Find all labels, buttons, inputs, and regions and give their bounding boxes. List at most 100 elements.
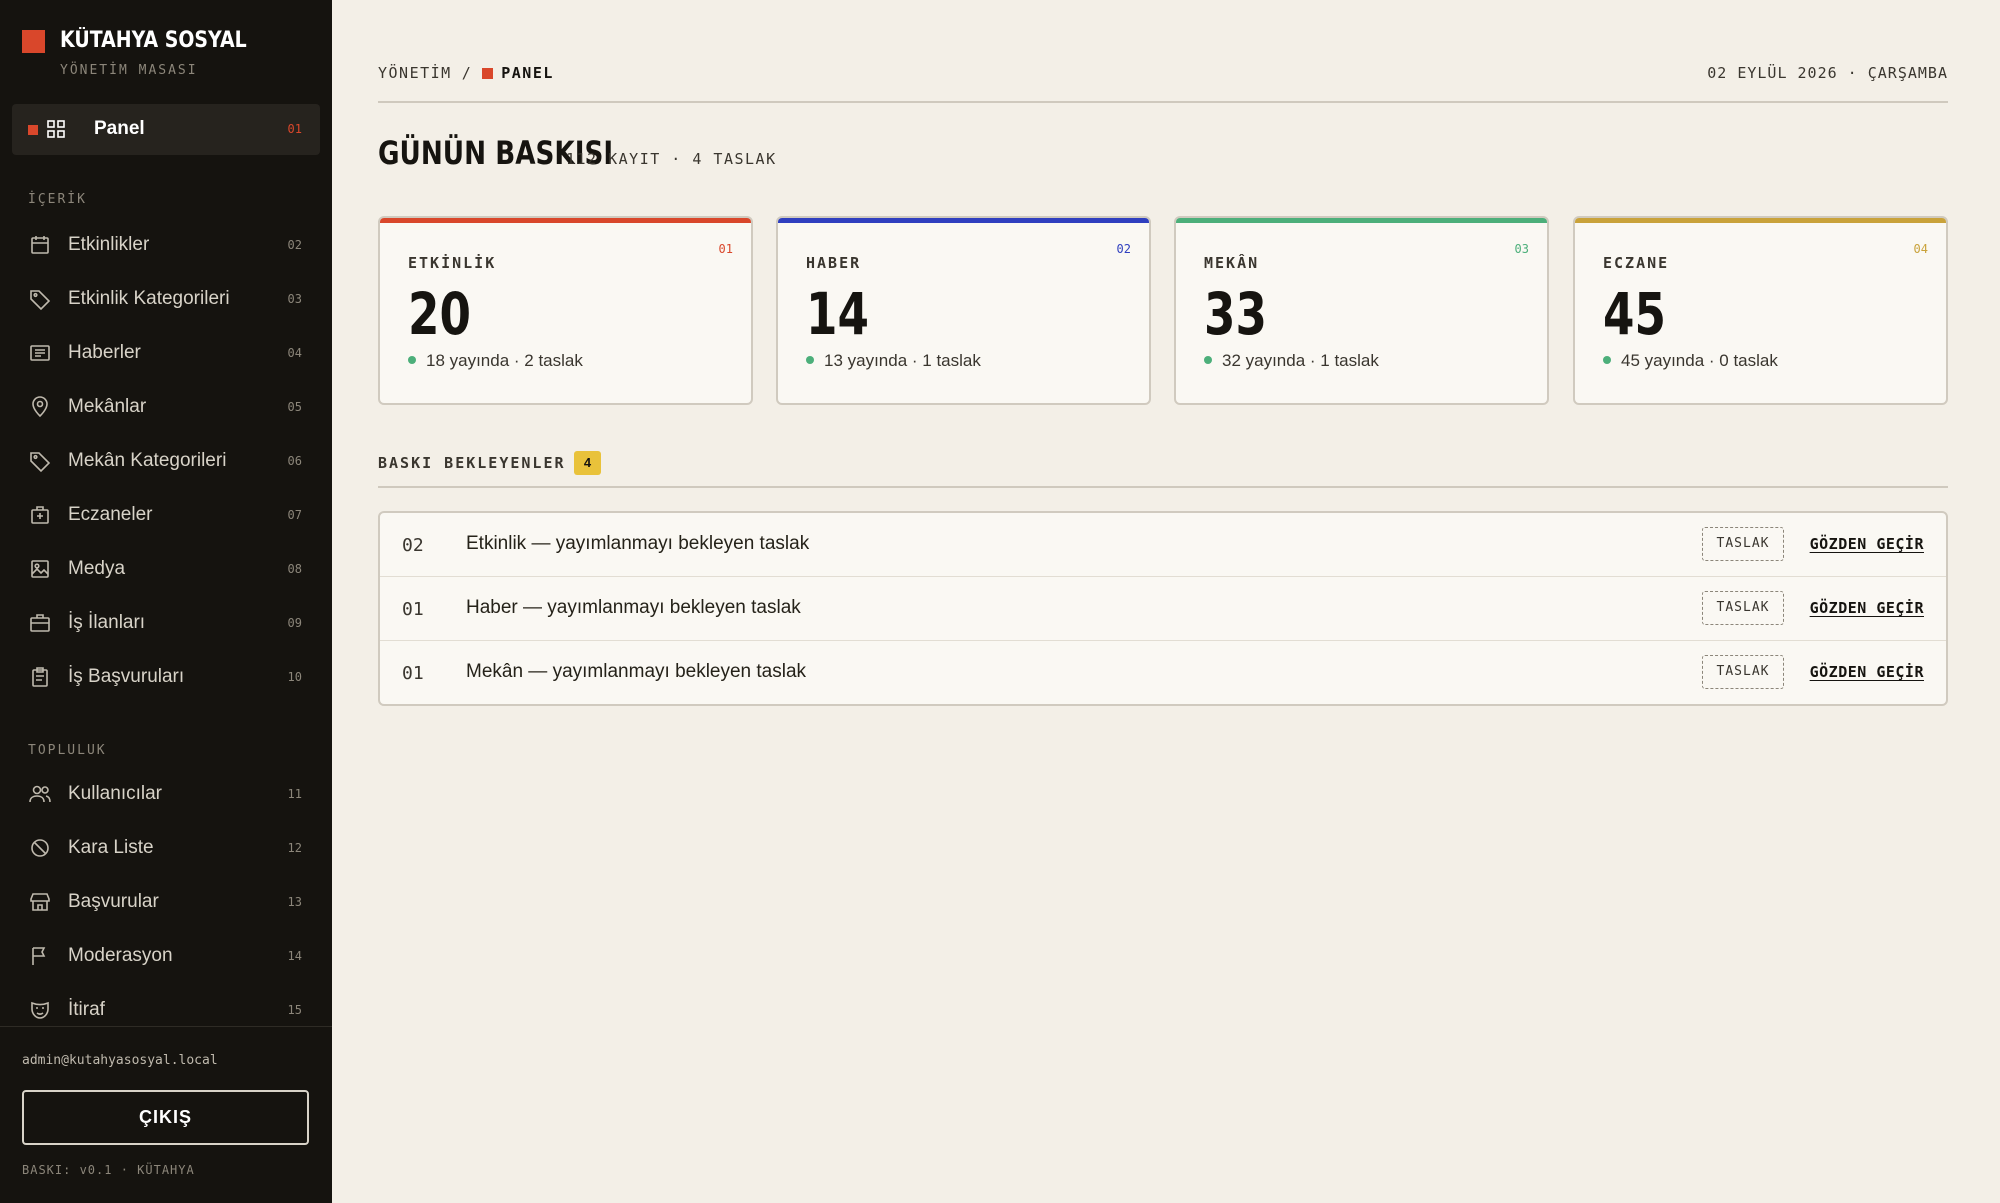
version-label: BASKI: v0.1 · KÜTAHYA	[22, 1163, 195, 1177]
sidebar-item-panel[interactable]: Panel 01	[12, 104, 320, 155]
sidebar-item-number: 14	[287, 949, 302, 963]
pending-divider	[378, 486, 1948, 488]
status-dot	[806, 356, 814, 364]
sidebar-item-label: Etkinlikler	[68, 234, 150, 255]
breadcrumb-separator: /	[461, 64, 473, 82]
briefcase-icon	[28, 611, 52, 635]
sidebar-item-number: 07	[287, 508, 302, 522]
sidebar-item-media[interactable]: Medya 08	[0, 549, 332, 589]
card-value: 20	[408, 280, 471, 348]
sidebar-item-label: Kara Liste	[68, 837, 154, 858]
card-accent-bar	[380, 218, 751, 223]
row-count: 01	[402, 663, 424, 684]
review-link[interactable]: GÖZDEN GEÇİR	[1810, 599, 1924, 617]
header-divider	[378, 101, 1948, 103]
breadcrumb-root[interactable]: YÖNETİM	[378, 64, 452, 82]
sidebar-item-users[interactable]: Kullanıcılar 11	[0, 774, 332, 814]
sidebar-footer: admin@kutahyasosyal.local ÇIKIŞ BASKI: v…	[0, 1026, 332, 1203]
sidebar-item-news[interactable]: Haberler 04	[0, 333, 332, 373]
status-badge: TASLAK	[1702, 591, 1784, 625]
grid-icon	[44, 117, 68, 141]
sidebar-item-number: 04	[287, 346, 302, 360]
review-link[interactable]: GÖZDEN GEÇİR	[1810, 663, 1924, 681]
stat-card-events[interactable]: 01 ETKİNLİK 20 18 yayında · 2 taslak	[378, 216, 753, 405]
newspaper-icon	[28, 341, 52, 365]
stat-card-venues[interactable]: 03 MEKÂN 33 32 yayında · 1 taslak	[1174, 216, 1549, 405]
sidebar-item-number: 02	[287, 238, 302, 252]
pending-list: 02 Etkinlik — yayımlanmayı bekleyen tasl…	[378, 511, 1948, 706]
row-text: Haber — yayımlanmayı bekleyen taslak	[466, 597, 801, 618]
card-number: 01	[718, 242, 733, 256]
card-accent-bar	[778, 218, 1149, 223]
brand-logo-icon	[22, 30, 45, 53]
sidebar-item-job-applications[interactable]: İş Başvuruları 10	[0, 657, 332, 697]
card-value: 33	[1204, 280, 1267, 348]
list-item: 01 Mekân — yayımlanmayı bekleyen taslak …	[380, 641, 1946, 704]
sidebar-item-label: Panel	[94, 118, 145, 139]
status-badge: TASLAK	[1702, 527, 1784, 561]
sidebar-item-label: Etkinlik Kategorileri	[68, 288, 230, 309]
sidebar-item-confessions[interactable]: İtiraf 15	[0, 990, 332, 1030]
card-number: 03	[1514, 242, 1529, 256]
store-icon	[28, 890, 52, 914]
sidebar-item-label: Medya	[68, 558, 126, 579]
sidebar-item-label: Eczaneler	[68, 504, 153, 525]
sidebar-item-number: 10	[287, 670, 302, 684]
users-icon	[28, 782, 52, 806]
sidebar-item-number: 08	[287, 562, 302, 576]
sidebar: KÜTAHYA SOSYAL YÖNETİM MASASI Panel 01 İ…	[0, 0, 332, 1203]
sidebar-item-moderation[interactable]: Moderasyon 14	[0, 936, 332, 976]
sidebar-item-blacklist[interactable]: Kara Liste 12	[0, 828, 332, 868]
date-label: 02 EYLÜL 2026 · ÇARŞAMBA	[1707, 64, 1948, 82]
sidebar-item-event-categories[interactable]: Etkinlik Kategorileri 03	[0, 279, 332, 319]
stat-card-pharmacies[interactable]: 04 ECZANE 45 45 yayında · 0 taslak	[1573, 216, 1948, 405]
tag-icon	[28, 287, 52, 311]
sidebar-item-number: 15	[287, 1003, 302, 1017]
sidebar-item-pharmacies[interactable]: Eczaneler 07	[0, 495, 332, 535]
card-subtext: 45 yayında · 0 taslak	[1603, 351, 1778, 371]
card-label: HABER	[806, 254, 862, 272]
logout-button[interactable]: ÇIKIŞ	[22, 1090, 309, 1145]
sidebar-item-number: 06	[287, 454, 302, 468]
user-email: admin@kutahyasosyal.local	[22, 1053, 218, 1068]
sidebar-item-venues[interactable]: Mekânlar 05	[0, 387, 332, 427]
brand-title: KÜTAHYA SOSYAL	[60, 28, 247, 53]
sidebar-item-label: İtiraf	[68, 999, 105, 1020]
row-text: Mekân — yayımlanmayı bekleyen taslak	[466, 661, 807, 682]
sidebar-item-label: Mekânlar	[68, 396, 147, 417]
sidebar-item-job-listings[interactable]: İş İlanları 09	[0, 603, 332, 643]
review-link[interactable]: GÖZDEN GEÇİR	[1810, 535, 1924, 553]
card-subtext: 18 yayında · 2 taslak	[408, 351, 583, 371]
sidebar-item-number: 12	[287, 841, 302, 855]
card-label: ECZANE	[1603, 254, 1670, 272]
medical-bag-icon	[28, 503, 52, 527]
page-meta: 112 KAYIT · 4 TASLAK	[566, 150, 777, 168]
sidebar-item-venue-categories[interactable]: Mekân Kategorileri 06	[0, 441, 332, 481]
section-label-community: TOPLULUK	[28, 743, 107, 758]
pending-section-title: BASKI BEKLEYENLER	[378, 454, 566, 472]
sidebar-item-number: 13	[287, 895, 302, 909]
card-subtext-label: 45 yayında · 0 taslak	[1621, 351, 1778, 370]
ban-icon	[28, 836, 52, 860]
card-number: 04	[1913, 242, 1928, 256]
brand-subtitle: YÖNETİM MASASI	[60, 63, 198, 78]
card-accent-bar	[1575, 218, 1946, 223]
sidebar-item-number: 03	[287, 292, 302, 306]
status-dot	[1603, 356, 1611, 364]
card-subtext: 13 yayında · 1 taslak	[806, 351, 981, 371]
row-text: Etkinlik — yayımlanmayı bekleyen taslak	[466, 533, 810, 554]
mask-icon	[28, 998, 52, 1022]
list-item: 02 Etkinlik — yayımlanmayı bekleyen tasl…	[380, 513, 1946, 577]
sidebar-item-label: Moderasyon	[68, 945, 173, 966]
sidebar-item-events[interactable]: Etkinlikler 02	[0, 225, 332, 265]
sidebar-item-label: Haberler	[68, 342, 141, 363]
card-value: 45	[1603, 280, 1666, 348]
sidebar-item-label: İş Başvuruları	[68, 666, 185, 687]
sidebar-item-applications[interactable]: Başvurular 13	[0, 882, 332, 922]
clipboard-icon	[28, 665, 52, 689]
card-value: 14	[806, 280, 869, 348]
stat-card-news[interactable]: 02 HABER 14 13 yayında · 1 taslak	[776, 216, 1151, 405]
breadcrumb: YÖNETİM / PANEL	[378, 64, 554, 82]
sidebar-item-number: 01	[287, 122, 302, 136]
sidebar-item-label: İş İlanları	[68, 612, 146, 633]
